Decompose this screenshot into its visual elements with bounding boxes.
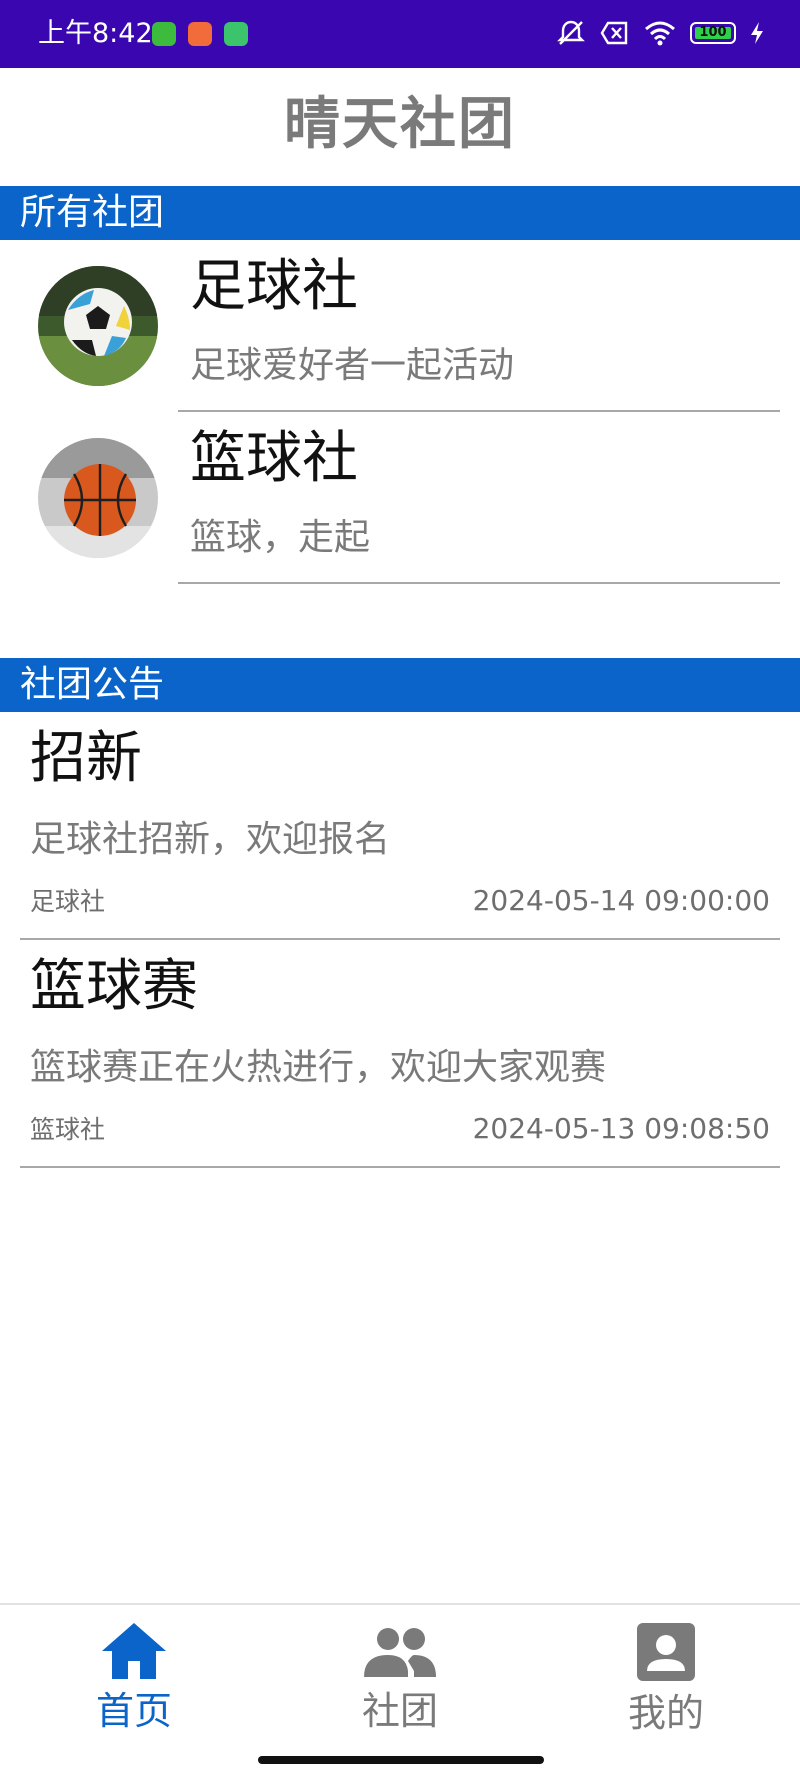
club-name: 篮球社 [190, 426, 358, 491]
nav-label-clubs: 社团 [361, 1689, 438, 1733]
notice-content: 足球社招新，欢迎报名 [30, 819, 391, 860]
club-item-basketball[interactable]: 篮球社 篮球，走起 [0, 412, 800, 584]
battery-level: 100 [699, 25, 727, 40]
home-icon [102, 1623, 166, 1679]
notice-content: 篮球赛正在火热进行，欢迎大家观赛 [30, 1047, 607, 1088]
notice-title: 招新 [30, 726, 142, 791]
notification-orange-icon [188, 22, 212, 46]
nav-tab-home[interactable]: 首页 [34, 1621, 234, 1735]
notice-club: 篮球社 [30, 1115, 106, 1144]
divider [178, 582, 780, 584]
nav-label-home: 首页 [95, 1689, 172, 1733]
page-title: 晴天社团 [284, 92, 516, 157]
charging-icon [751, 22, 763, 44]
profile-icon [637, 1623, 695, 1681]
data-off-icon [600, 21, 628, 45]
mute-icon [557, 20, 585, 45]
notification-green-icon [152, 22, 176, 46]
clubs-section-header: 所有社团 [0, 186, 800, 240]
nav-tab-clubs[interactable]: 社团 [300, 1621, 500, 1735]
notice-item[interactable]: 篮球赛 篮球赛正在火热进行，欢迎大家观赛 篮球社 2024-05-13 09:0… [0, 940, 800, 1168]
group-icon [364, 1628, 436, 1677]
notice-club: 足球社 [30, 887, 106, 916]
notification-tool-icon [224, 22, 248, 46]
home-indicator [258, 1756, 544, 1764]
club-description: 篮球，走起 [190, 517, 371, 558]
divider [20, 1166, 780, 1168]
battery-icon: 100 [690, 22, 736, 44]
nav-label-profile: 我的 [627, 1691, 704, 1735]
notice-datetime: 2024-05-14 09:00:00 [472, 884, 770, 917]
notice-title: 篮球赛 [30, 954, 198, 1019]
notice-item[interactable]: 招新 足球社招新，欢迎报名 足球社 2024-05-14 09:00:00 [0, 712, 800, 940]
notices-section-header: 社团公告 [0, 658, 800, 712]
status-bar: 上午8:42 100 [0, 0, 800, 68]
bottom-nav: 首页 社团 我的 [0, 1603, 800, 1780]
club-avatar-basketball [38, 438, 158, 558]
notice-datetime: 2024-05-13 09:08:50 [472, 1112, 770, 1145]
club-avatar-soccer [38, 266, 158, 386]
club-item-football[interactable]: 足球社 足球爱好者一起活动 [0, 240, 800, 412]
nav-tab-profile[interactable]: 我的 [566, 1621, 766, 1737]
wifi-icon [645, 21, 675, 46]
club-name: 足球社 [190, 254, 358, 319]
status-time: 上午8:42 [38, 18, 153, 49]
club-description: 足球爱好者一起活动 [190, 345, 515, 386]
